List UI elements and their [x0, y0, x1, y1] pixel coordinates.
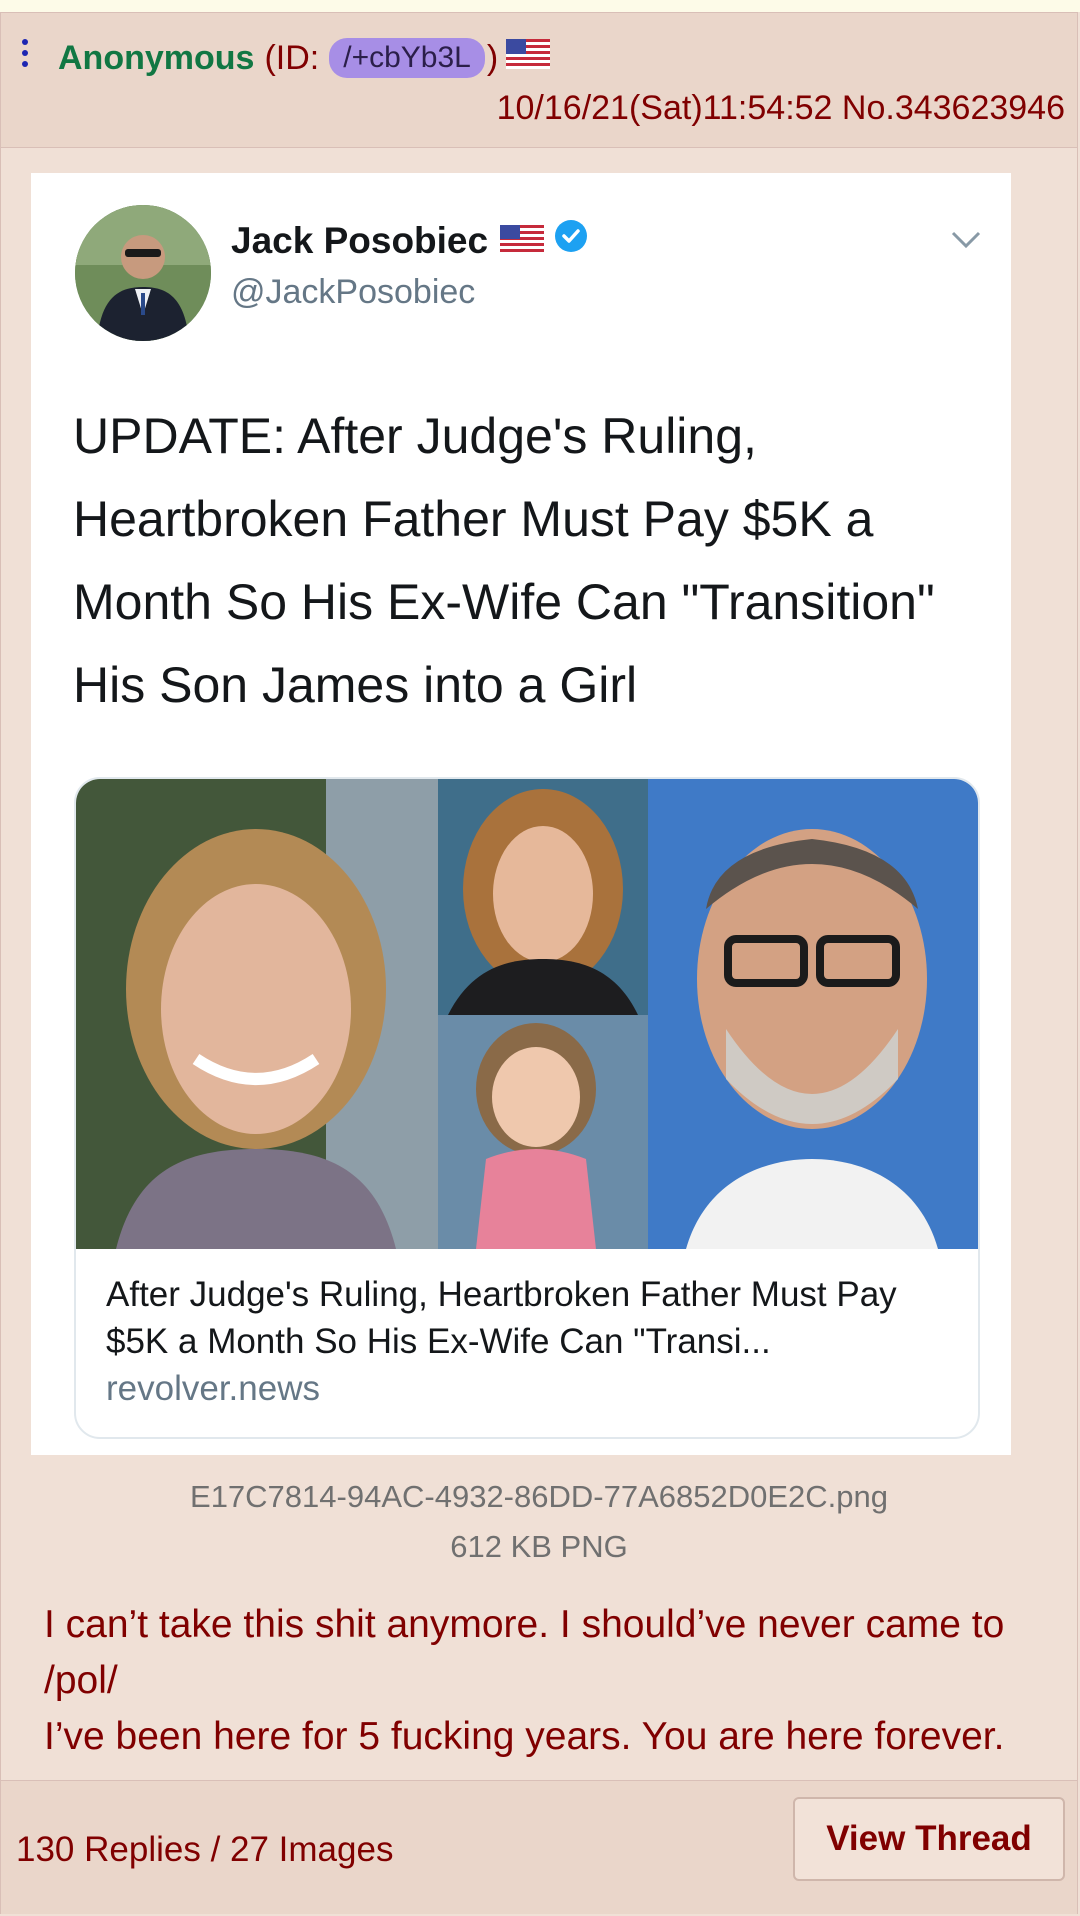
us-flag-icon — [506, 37, 551, 79]
post-footer: 130 Replies / 27 Images View Thread — [1, 1780, 1077, 1914]
link-card-photo — [76, 779, 978, 1249]
comment-line: I can’t take this shit anymore. I should… — [44, 1603, 1005, 1702]
post-card: Anonymous (ID: /+cbYb3L ) 10/16/21(Sat)1… — [0, 12, 1078, 1914]
tweet-display-name: Jack Posobiec — [231, 219, 588, 262]
post-header: Anonymous (ID: /+cbYb3L ) 10/16/21(Sat)1… — [1, 13, 1077, 148]
tweet-avatar — [75, 205, 211, 341]
us-flag-icon — [500, 220, 545, 262]
tweet-text: UPDATE: After Judge's Ruling, Heartbroke… — [73, 408, 935, 713]
comment-line: I’ve been here for 5 fucking years. You … — [44, 1715, 1005, 1758]
link-card-title: After Judge's Ruling, Heartbroken Father… — [106, 1275, 897, 1361]
id-label: (ID: — [264, 39, 320, 77]
post-menu-icon[interactable] — [22, 39, 30, 69]
view-thread-button[interactable]: View Thread — [793, 1797, 1065, 1881]
poster-id-badge[interactable]: /+cbYb3L — [329, 38, 485, 78]
poster-name[interactable]: Anonymous — [58, 37, 254, 79]
tweet-handle: @JackPosobiec — [231, 273, 476, 311]
file-size: 612 KB PNG — [450, 1529, 628, 1564]
post-comment: I can’t take this shit anymore. I should… — [44, 1597, 1034, 1765]
link-card-domain: revolver.news — [106, 1369, 320, 1408]
chevron-down-icon — [951, 231, 981, 254]
poster-line: Anonymous (ID: /+cbYb3L ) — [58, 37, 551, 79]
tweet-link-card: After Judge's Ruling, Heartbroken Father… — [74, 777, 980, 1439]
post-image[interactable]: Jack Posobiec @JackPosobiec UPDATE: Afte… — [31, 173, 1011, 1455]
file-name[interactable]: E17C7814-94AC-4932-86DD-77A6852D0E2C.png — [1, 1479, 1077, 1515]
post-datetime[interactable]: 10/16/21(Sat)11:54:52 No.343623946 — [497, 87, 1065, 129]
id-close: ) — [486, 39, 499, 77]
reply-count: 130 Replies / 27 Images — [16, 1830, 394, 1869]
top-strip — [0, 0, 1080, 12]
verified-badge-icon — [554, 219, 588, 262]
